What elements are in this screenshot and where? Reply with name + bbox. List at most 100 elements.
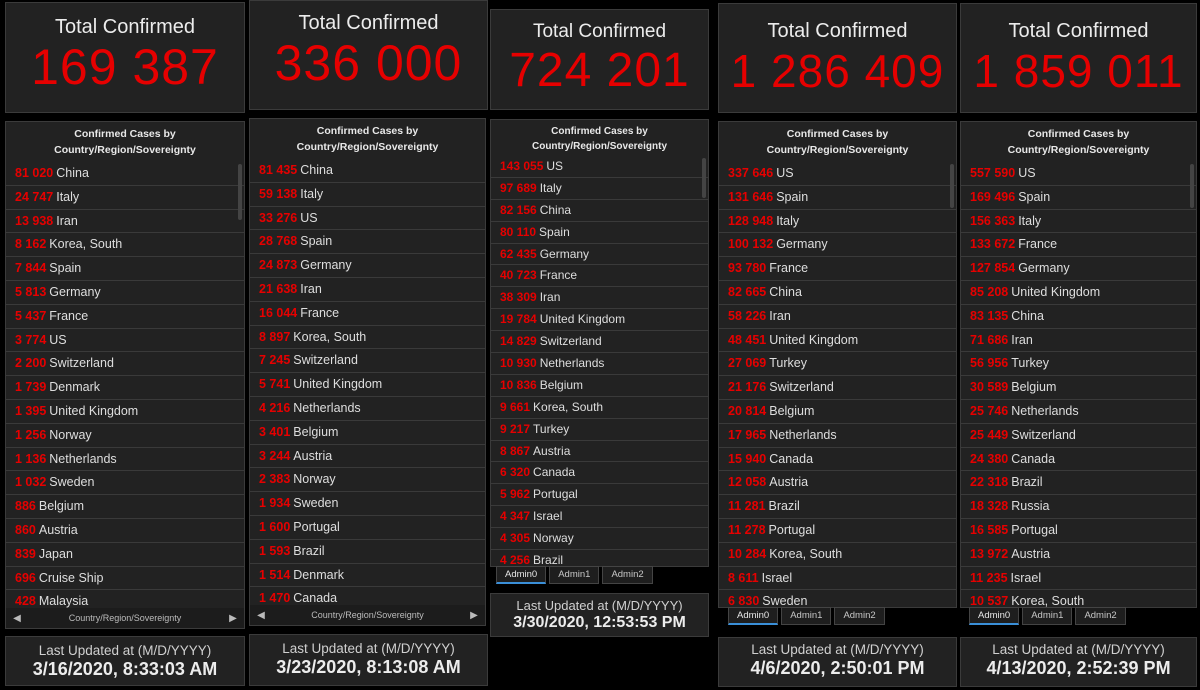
list-item[interactable]: 10 836 Belgium bbox=[491, 375, 708, 397]
list-item[interactable]: 15 940 Canada bbox=[719, 448, 956, 472]
list-item[interactable]: 8 867 Austria bbox=[491, 441, 708, 463]
list-item[interactable]: 82 665 China bbox=[719, 281, 956, 305]
tab-admin1[interactable]: Admin1 bbox=[549, 566, 600, 584]
list-item[interactable]: 10 537 Korea, South bbox=[961, 590, 1196, 607]
list-item[interactable]: 3 401 Belgium bbox=[250, 421, 485, 445]
chevron-right-icon[interactable]: ▶ bbox=[222, 613, 244, 624]
list-item[interactable]: 81 020 China bbox=[6, 162, 244, 186]
vertical-scrollbar[interactable] bbox=[950, 164, 954, 208]
list-item[interactable]: 83 135 China bbox=[961, 305, 1196, 329]
list-item[interactable]: 1 470 Canada bbox=[250, 587, 485, 605]
list-item[interactable]: 12 058 Austria bbox=[719, 471, 956, 496]
list-item[interactable]: 25 449 Switzerland bbox=[961, 424, 1196, 448]
list-item[interactable]: 9 217 Turkey bbox=[491, 419, 708, 441]
vertical-scrollbar[interactable] bbox=[238, 164, 242, 220]
list-item[interactable]: 38 309 Iran bbox=[491, 287, 708, 310]
list-item[interactable]: 1 739 Denmark bbox=[6, 376, 244, 400]
list-item[interactable]: 5 813 Germany bbox=[6, 281, 244, 305]
tab-admin0[interactable]: Admin0 bbox=[496, 566, 547, 584]
list-item[interactable]: 6 830 Sweden bbox=[719, 590, 956, 607]
list-item[interactable]: 21 176 Switzerland bbox=[719, 376, 956, 400]
list-item[interactable]: 28 768 Spain bbox=[250, 230, 485, 255]
list-item[interactable]: 3 774 US bbox=[6, 329, 244, 353]
list-item[interactable]: 40 723 France bbox=[491, 265, 708, 288]
tab-admin2[interactable]: Admin2 bbox=[1075, 607, 1126, 625]
list-item[interactable]: 27 069 Turkey bbox=[719, 352, 956, 377]
list-item[interactable]: 4 347 Israel bbox=[491, 506, 708, 529]
list-item[interactable]: 82 156 China bbox=[491, 200, 708, 222]
vertical-scrollbar[interactable] bbox=[702, 158, 706, 198]
list-item[interactable]: 13 938 Iran bbox=[6, 210, 244, 234]
list-item[interactable]: 5 437 France bbox=[6, 305, 244, 329]
list-item[interactable]: 85 208 United Kingdom bbox=[961, 281, 1196, 305]
list-item[interactable]: 1 256 Norway bbox=[6, 424, 244, 448]
list-item[interactable]: 16 044 France bbox=[250, 302, 485, 326]
list-item[interactable]: 13 972 Austria bbox=[961, 543, 1196, 567]
list-item[interactable]: 16 585 Portugal bbox=[961, 519, 1196, 543]
list-item[interactable]: 127 854 Germany bbox=[961, 257, 1196, 281]
list-item[interactable]: 21 638 Iran bbox=[250, 278, 485, 302]
list-item[interactable]: 62 435 Germany bbox=[491, 244, 708, 266]
list-item[interactable]: 11 281 Brazil bbox=[719, 495, 956, 519]
list-item[interactable]: 59 138 Italy bbox=[250, 183, 485, 207]
list-item[interactable]: 4 216 Netherlands bbox=[250, 397, 485, 421]
list-item[interactable]: 169 496 Spain bbox=[961, 186, 1196, 210]
list-item[interactable]: 25 746 Netherlands bbox=[961, 400, 1196, 424]
list-item[interactable]: 11 278 Portugal bbox=[719, 519, 956, 543]
vertical-scrollbar[interactable] bbox=[1190, 164, 1194, 208]
list-item[interactable]: 56 956 Turkey bbox=[961, 352, 1196, 377]
country-list[interactable]: 143 055 US 97 689 Italy 82 156 China 80 110… bbox=[491, 156, 708, 566]
tab-admin2[interactable]: Admin2 bbox=[834, 607, 885, 625]
list-item[interactable]: 8 611 Israel bbox=[719, 567, 956, 591]
list-item[interactable]: 1 600 Portugal bbox=[250, 516, 485, 540]
country-list[interactable]: 337 646 US 131 646 Spain 128 948 Italy 100 … bbox=[719, 162, 956, 607]
list-item[interactable]: 860 Austria bbox=[6, 519, 244, 543]
list-item[interactable]: 5 741 United Kingdom bbox=[250, 373, 485, 397]
list-item[interactable]: 100 132 Germany bbox=[719, 233, 956, 258]
list-item[interactable]: 3 244 Austria bbox=[250, 445, 485, 469]
list-item[interactable]: 81 435 China bbox=[250, 159, 485, 183]
list-item[interactable]: 48 451 United Kingdom bbox=[719, 329, 956, 353]
list-item[interactable]: 8 162 Korea, South bbox=[6, 233, 244, 258]
list-item[interactable]: 58 226 Iran bbox=[719, 305, 956, 329]
list-item[interactable]: 97 689 Italy bbox=[491, 178, 708, 200]
list-item[interactable]: 24 380 Canada bbox=[961, 448, 1196, 472]
list-item[interactable]: 1 032 Sweden bbox=[6, 471, 244, 496]
list-item[interactable]: 93 780 France bbox=[719, 257, 956, 281]
list-item[interactable]: 337 646 US bbox=[719, 162, 956, 186]
chevron-right-icon[interactable]: ▶ bbox=[463, 610, 485, 621]
country-list[interactable]: 81 020 China 24 747 Italy 13 938 Iran 8 162… bbox=[6, 162, 244, 608]
tab-admin1[interactable]: Admin1 bbox=[781, 607, 832, 625]
tab-admin0[interactable]: Admin0 bbox=[728, 607, 779, 625]
chevron-left-icon[interactable]: ◀ bbox=[6, 613, 28, 624]
list-item[interactable]: 80 110 Spain bbox=[491, 222, 708, 244]
list-item[interactable]: 19 784 United Kingdom bbox=[491, 309, 708, 332]
list-item[interactable]: 131 646 Spain bbox=[719, 186, 956, 210]
list-item[interactable]: 8 897 Korea, South bbox=[250, 326, 485, 350]
list-item[interactable]: 886 Belgium bbox=[6, 495, 244, 519]
list-item[interactable]: 1 395 United Kingdom bbox=[6, 400, 244, 424]
list-item[interactable]: 428 Malaysia bbox=[6, 590, 244, 608]
list-item[interactable]: 1 934 Sweden bbox=[250, 492, 485, 516]
list-item[interactable]: 22 318 Brazil bbox=[961, 471, 1196, 496]
list-item[interactable]: 7 844 Spain bbox=[6, 257, 244, 281]
tab-admin2[interactable]: Admin2 bbox=[602, 566, 653, 584]
list-item[interactable]: 128 948 Italy bbox=[719, 210, 956, 234]
list-item[interactable]: 1 593 Brazil bbox=[250, 540, 485, 564]
list-item[interactable]: 4 256 Brazil bbox=[491, 550, 708, 566]
list-item[interactable]: 4 305 Norway bbox=[491, 528, 708, 551]
list-item[interactable]: 18 328 Russia bbox=[961, 495, 1196, 519]
list-item[interactable]: 696 Cruise Ship bbox=[6, 567, 244, 591]
list-item[interactable]: 2 383 Norway bbox=[250, 468, 485, 493]
list-item[interactable]: 20 814 Belgium bbox=[719, 400, 956, 424]
list-item[interactable]: 143 055 US bbox=[491, 156, 708, 178]
list-item[interactable]: 33 276 US bbox=[250, 207, 485, 231]
list-item[interactable]: 7 245 Switzerland bbox=[250, 349, 485, 374]
list-item[interactable]: 557 590 US bbox=[961, 162, 1196, 186]
list-item[interactable]: 24 747 Italy bbox=[6, 186, 244, 210]
list-item[interactable]: 1 514 Denmark bbox=[250, 564, 485, 588]
list-item[interactable]: 5 962 Portugal bbox=[491, 484, 708, 507]
list-item[interactable]: 1 136 Netherlands bbox=[6, 448, 244, 472]
list-item[interactable]: 156 363 Italy bbox=[961, 210, 1196, 234]
list-item[interactable]: 17 965 Netherlands bbox=[719, 424, 956, 448]
